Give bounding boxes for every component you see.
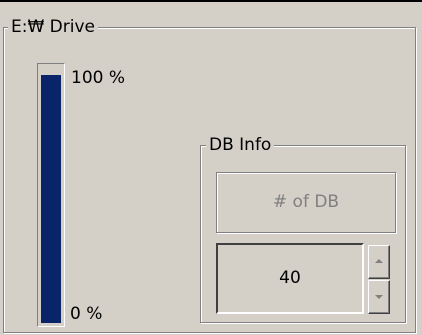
drive-usage-bar bbox=[37, 63, 65, 327]
drive-usage-fill bbox=[41, 74, 61, 323]
usage-max-label: 100 % bbox=[71, 68, 126, 88]
drive-usage-track bbox=[41, 67, 61, 323]
db-info-group-title: DB Info bbox=[206, 133, 275, 157]
top-divider bbox=[0, 0, 422, 2]
up-arrow-icon bbox=[375, 259, 383, 263]
usage-min-label: 0 % bbox=[70, 304, 103, 324]
db-count-decrement-button[interactable] bbox=[368, 280, 390, 314]
drive-group-title: E:₩ Drive bbox=[8, 15, 99, 39]
db-count-increment-button[interactable] bbox=[368, 245, 390, 279]
db-count-field[interactable]: 40 bbox=[216, 243, 364, 314]
db-count-caption: # of DB bbox=[216, 172, 396, 233]
down-arrow-icon bbox=[375, 295, 383, 299]
